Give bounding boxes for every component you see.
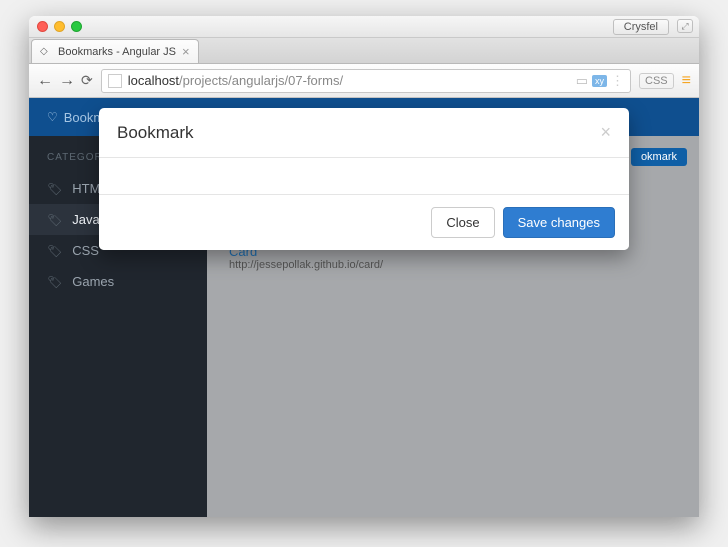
expand-icon[interactable]: ⤢: [677, 19, 693, 33]
xy-badge[interactable]: xy: [592, 75, 607, 87]
save-changes-button[interactable]: Save changes: [503, 207, 615, 238]
window-close-icon[interactable]: [37, 21, 48, 32]
browser-window: Crysfel ⤢ ◇ Bookmarks - Angular JS × ← →…: [29, 16, 699, 517]
url-path: /projects/angularjs/07-forms/: [179, 73, 343, 88]
window-zoom-icon[interactable]: [71, 21, 82, 32]
window-minimize-icon[interactable]: [54, 21, 65, 32]
address-bar[interactable]: localhost/projects/angularjs/07-forms/ ▭…: [101, 69, 631, 93]
modal-body: [99, 158, 629, 194]
page-icon: [108, 74, 122, 88]
close-icon[interactable]: ×: [600, 122, 611, 143]
tab-close-icon[interactable]: ×: [182, 44, 190, 59]
modal-overlay: Bookmark × Close Save changes: [29, 98, 699, 517]
url-right-icons: ▭ xy ⋮: [576, 73, 624, 89]
modal-title: Bookmark: [117, 123, 194, 143]
bookmark-modal: Bookmark × Close Save changes: [99, 108, 629, 250]
modal-header: Bookmark ×: [99, 108, 629, 158]
titlebar: Crysfel ⤢: [29, 16, 699, 38]
forward-button[interactable]: →: [59, 72, 75, 90]
modal-footer: Close Save changes: [99, 194, 629, 250]
browser-tab[interactable]: ◇ Bookmarks - Angular JS ×: [31, 39, 199, 63]
toolbar: ← → ⟳ localhost/projects/angularjs/07-fo…: [29, 64, 699, 98]
url-host: localhost: [128, 73, 179, 88]
close-button[interactable]: Close: [431, 207, 494, 238]
translate-icon[interactable]: ▭: [576, 73, 588, 89]
tabbar: ◇ Bookmarks - Angular JS ×: [29, 38, 699, 64]
separator: ⋮: [611, 73, 624, 89]
reload-button[interactable]: ⟳: [81, 72, 93, 90]
tab-title: Bookmarks - Angular JS: [58, 46, 176, 58]
menu-icon[interactable]: ≡: [682, 72, 691, 90]
back-button[interactable]: ←: [37, 72, 53, 90]
tab-favicon-icon: ◇: [40, 46, 52, 58]
traffic-lights: [37, 21, 82, 32]
nav-buttons: ← → ⟳: [37, 72, 93, 90]
css-extension-button[interactable]: CSS: [639, 73, 674, 89]
profile-button[interactable]: Crysfel: [613, 19, 669, 35]
